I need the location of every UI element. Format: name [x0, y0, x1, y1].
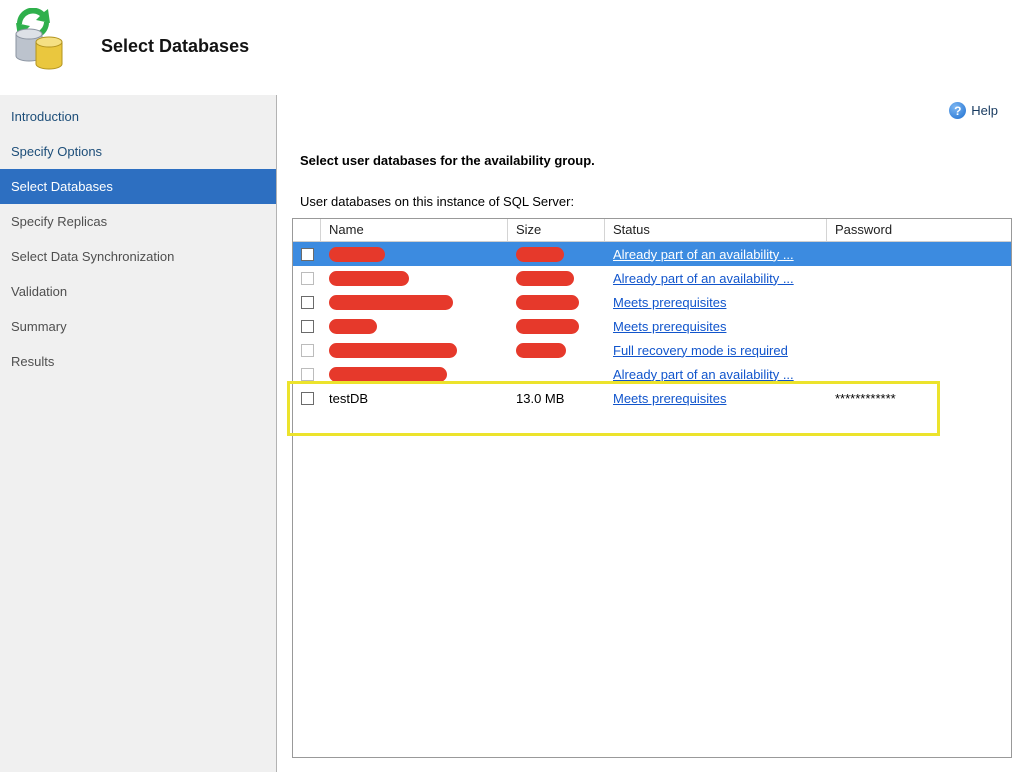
column-header-size[interactable]: Size [508, 219, 605, 241]
redaction-mark [329, 271, 409, 286]
status-link[interactable]: Already part of an availability ... [613, 367, 794, 382]
db-size-cell [508, 314, 605, 338]
db-status-cell: Meets prerequisites [605, 290, 827, 314]
db-name-cell [321, 242, 508, 266]
db-size-cell [508, 338, 605, 362]
wizard-header: Select Databases [0, 0, 1024, 95]
table-header: Name Size Status Password [293, 219, 1011, 242]
sidebar-item-introduction[interactable]: Introduction [0, 99, 276, 134]
status-link[interactable]: Already part of an availability ... [613, 271, 794, 286]
status-link[interactable]: Meets prerequisites [613, 295, 726, 310]
redaction-mark [329, 367, 447, 382]
db-name-cell [321, 362, 508, 386]
column-header-status[interactable]: Status [605, 219, 827, 241]
table-row[interactable]: Meets prerequisites [293, 314, 1011, 338]
db-password-cell [827, 362, 1011, 386]
redaction-mark [329, 295, 453, 310]
redaction-mark [516, 247, 564, 262]
db-status-cell: Already part of an availability ... [605, 266, 827, 290]
database-table: Name Size Status Password Already part o… [292, 218, 1012, 758]
status-link[interactable]: Meets prerequisites [613, 391, 726, 406]
wizard-steps: IntroductionSpecify OptionsSelect Databa… [0, 95, 277, 772]
db-table-body: Already part of an availability ... Alrea… [293, 242, 1011, 410]
db-status-cell: Already part of an availability ... [605, 362, 827, 386]
db-password-cell [827, 242, 1011, 266]
db-size-cell [508, 242, 605, 266]
db-size-cell [508, 266, 605, 290]
checkbox-cell [293, 266, 321, 290]
db-name-cell [321, 314, 508, 338]
row-checkbox[interactable] [301, 392, 314, 405]
redaction-mark [329, 319, 377, 334]
redaction-mark [329, 247, 385, 262]
help-icon: ? [949, 102, 966, 119]
table-row[interactable]: Meets prerequisites [293, 290, 1011, 314]
checkbox-cell [293, 290, 321, 314]
help-label: Help [971, 103, 998, 118]
db-status-cell: Meets prerequisites [605, 314, 827, 338]
table-row-testdb[interactable]: testDB13.0 MB Meets prerequisites ********… [293, 386, 1011, 410]
table-row[interactable]: Already part of an availability ... [293, 362, 1011, 386]
sidebar-item-validation[interactable]: Validation [0, 274, 276, 309]
column-header-name[interactable]: Name [321, 219, 508, 241]
db-password-cell [827, 290, 1011, 314]
db-password-cell [827, 266, 1011, 290]
sidebar-item-select-databases[interactable]: Select Databases [0, 169, 276, 204]
checkbox-cell [293, 386, 321, 410]
checkbox-cell [293, 338, 321, 362]
row-checkbox[interactable] [301, 320, 314, 333]
db-size-cell: 13.0 MB [508, 386, 605, 410]
db-status-cell: Meets prerequisites [605, 386, 827, 410]
column-header-password[interactable]: Password [827, 219, 1011, 241]
table-row[interactable]: Already part of an availability ... [293, 242, 1011, 266]
row-checkbox [301, 272, 314, 285]
sidebar-item-summary[interactable]: Summary [0, 309, 276, 344]
db-status-cell: Full recovery mode is required [605, 338, 827, 362]
column-header-checkbox[interactable] [293, 219, 321, 241]
page-title: Select Databases [101, 36, 249, 57]
db-size-cell [508, 290, 605, 314]
row-checkbox [301, 344, 314, 357]
redaction-mark [329, 343, 457, 358]
redaction-mark [516, 295, 579, 310]
row-checkbox [301, 368, 314, 381]
status-link[interactable]: Already part of an availability ... [613, 247, 794, 262]
db-password-cell [827, 314, 1011, 338]
sidebar-item-specify-options[interactable]: Specify Options [0, 134, 276, 169]
table-row[interactable]: Already part of an availability ... [293, 266, 1011, 290]
sidebar-item-results[interactable]: Results [0, 344, 276, 379]
row-checkbox[interactable] [301, 296, 314, 309]
checkbox-cell [293, 314, 321, 338]
table-row[interactable]: Full recovery mode is required [293, 338, 1011, 362]
row-checkbox[interactable] [301, 248, 314, 261]
instruction-text: Select user databases for the availabili… [300, 153, 595, 168]
help-link[interactable]: ? Help [949, 102, 998, 119]
redaction-mark [516, 343, 566, 358]
status-link[interactable]: Meets prerequisites [613, 319, 726, 334]
sidebar-item-specify-replicas[interactable]: Specify Replicas [0, 204, 276, 239]
list-label: User databases on this instance of SQL S… [300, 194, 574, 209]
db-status-cell: Already part of an availability ... [605, 242, 827, 266]
db-password-cell [827, 338, 1011, 362]
db-password-cell: ************ [827, 386, 1011, 410]
status-link[interactable]: Full recovery mode is required [613, 343, 788, 358]
content-pane: ? Help Select user databases for the ava… [278, 95, 1024, 772]
checkbox-cell [293, 242, 321, 266]
sidebar-item-select-data-synchronization[interactable]: Select Data Synchronization [0, 239, 276, 274]
db-name-cell [321, 266, 508, 290]
redaction-mark [516, 319, 579, 334]
availability-group-icon [10, 8, 68, 72]
db-size-cell [508, 362, 605, 386]
redaction-mark [516, 271, 574, 286]
db-name-cell: testDB [321, 386, 508, 410]
checkbox-cell [293, 362, 321, 386]
db-name-cell [321, 338, 508, 362]
db-name-cell [321, 290, 508, 314]
